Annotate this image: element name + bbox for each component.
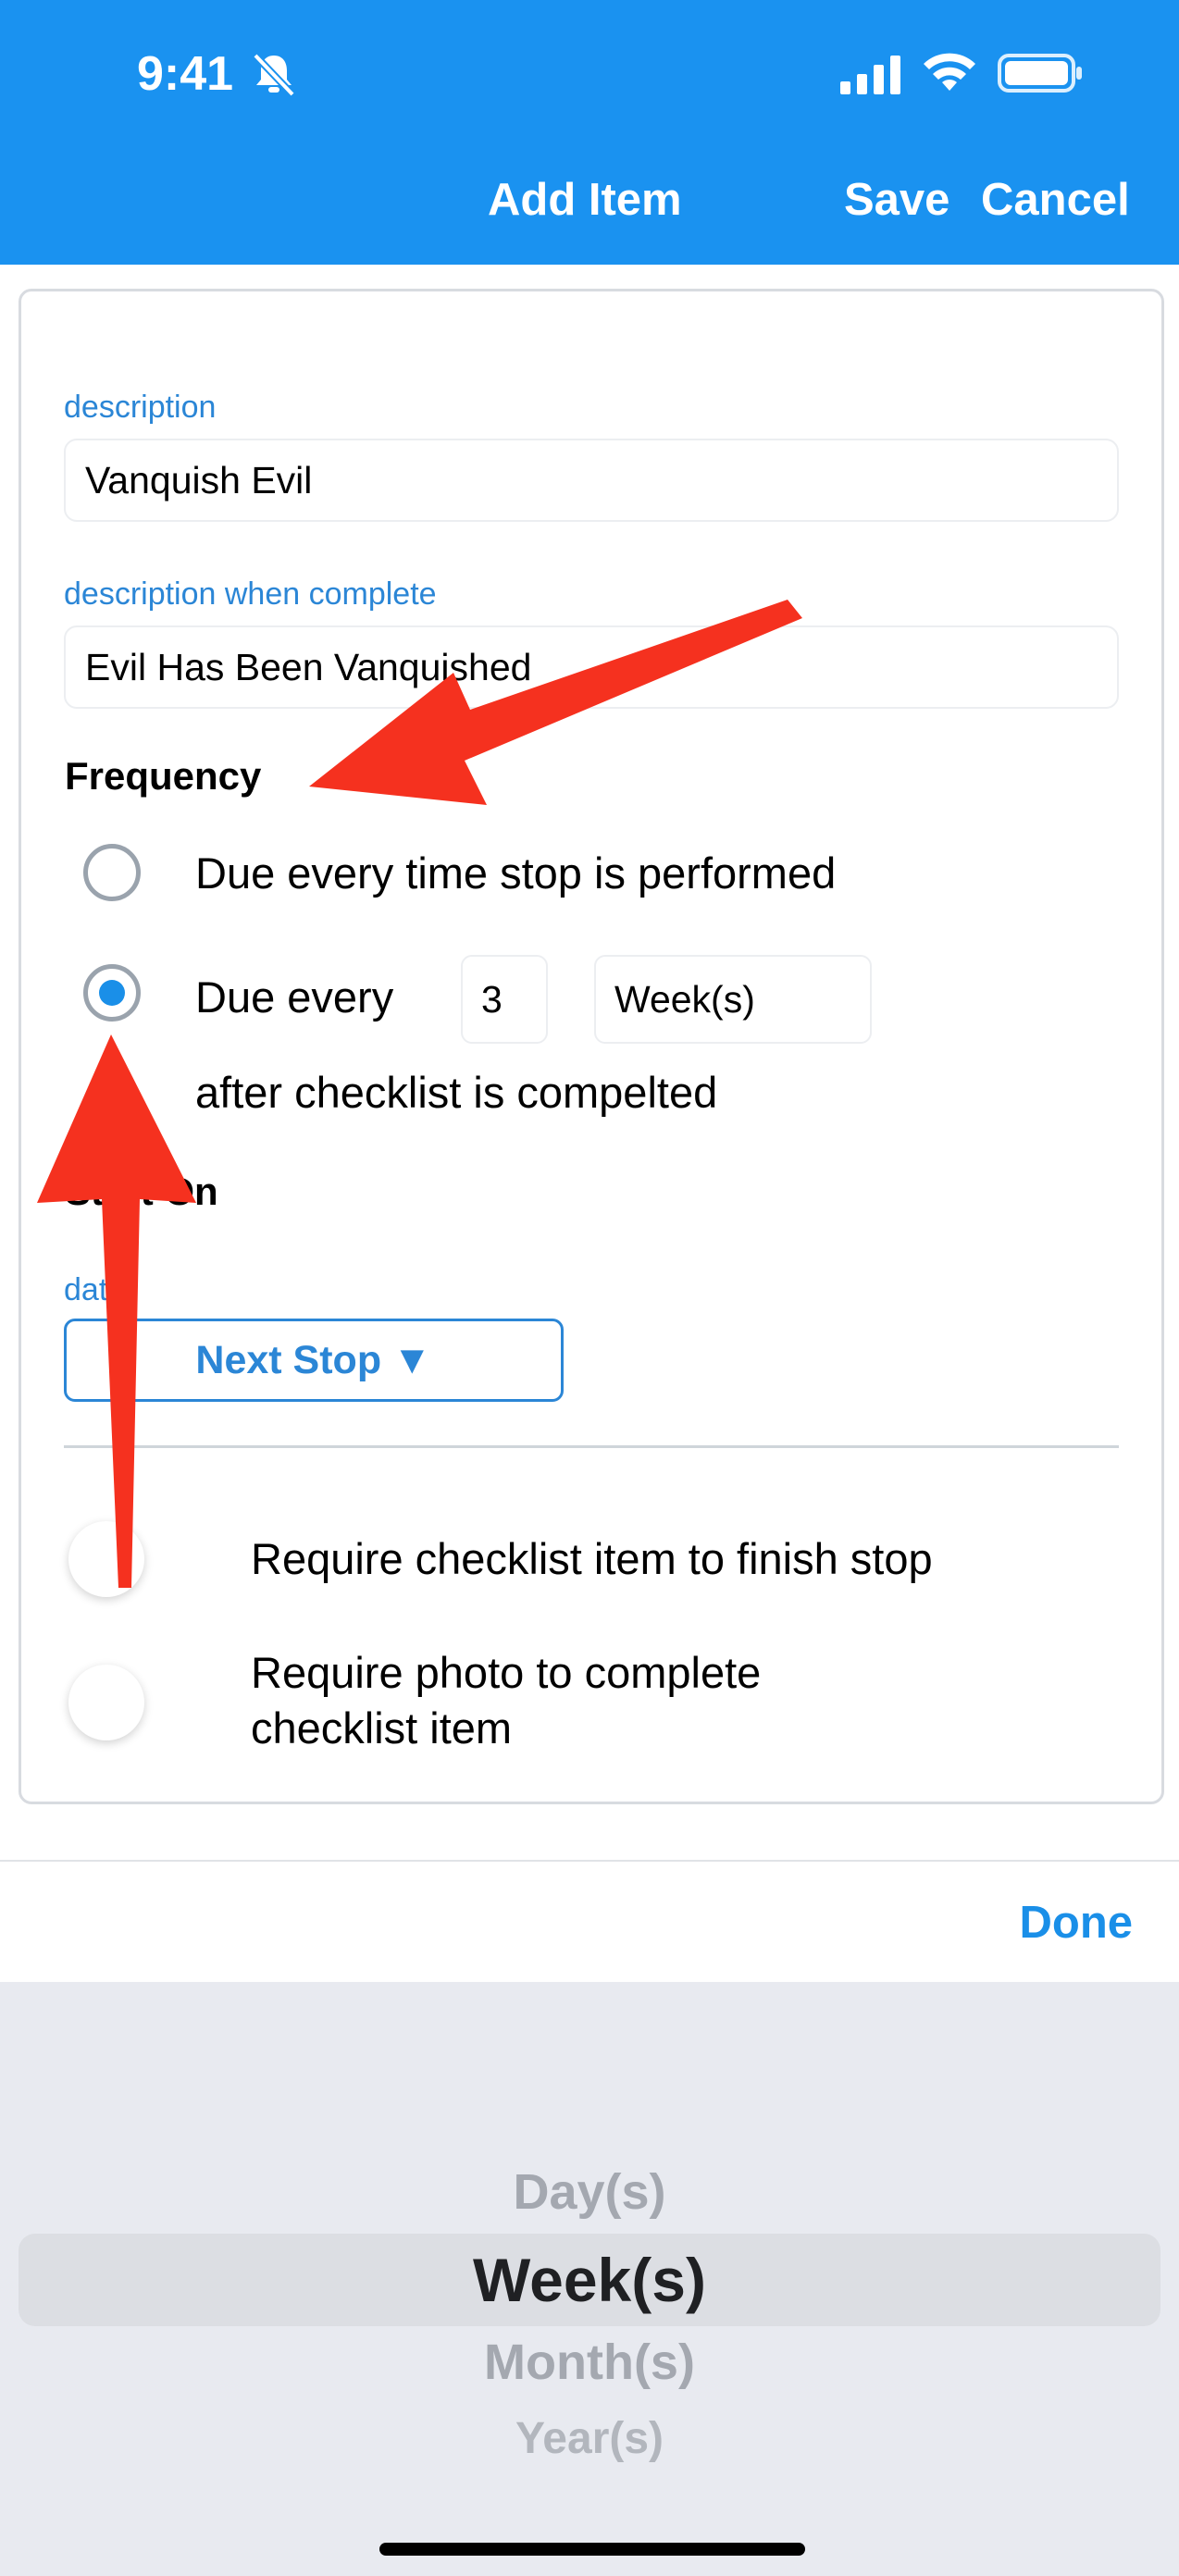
interval-input[interactable]: 3 (461, 955, 548, 1044)
toggle-require-finish[interactable] (65, 1517, 204, 1601)
radio-every-time[interactable] (83, 844, 141, 901)
wifi-icon (924, 53, 975, 91)
radio-due-every[interactable] (83, 964, 141, 1022)
picker-option-year[interactable]: Year(s) (0, 2413, 1179, 2464)
interval-unit-select[interactable]: Week(s) (594, 955, 872, 1044)
done-button[interactable]: Done (1020, 1897, 1134, 1949)
date-label: date (64, 1272, 126, 1307)
bell-slash-icon (253, 53, 295, 97)
picker-toolbar: Done (0, 1860, 1179, 1982)
cancel-button[interactable]: Cancel (981, 174, 1130, 226)
toggle-photo-line1: Require photo to complete (251, 1648, 762, 1697)
description-complete-label: description when complete (64, 576, 437, 612)
picker-option-week[interactable]: Week(s) (0, 2245, 1179, 2315)
page-title: Add Item (488, 175, 682, 225)
description-input[interactable]: Vanquish Evil (64, 439, 1119, 522)
frequency-title: Frequency (65, 754, 262, 798)
toggle-require-photo-label: Require photo to complete checklist item (251, 1645, 761, 1756)
picker-option-day[interactable]: Day(s) (0, 2163, 1179, 2221)
start-on-title: Start On (65, 1170, 218, 1213)
home-indicator (379, 2543, 805, 2556)
picker-option-month[interactable]: Month(s) (0, 2334, 1179, 2391)
unit-picker-wheel[interactable]: Day(s) Week(s) Month(s) Year(s) (0, 1982, 1179, 2576)
divider (64, 1445, 1119, 1448)
toggle-knob (68, 1521, 144, 1597)
description-complete-input[interactable]: Evil Has Been Vanquished (64, 625, 1119, 709)
option-every-time-label: Due every time stop is performed (195, 848, 837, 898)
toggle-knob (68, 1665, 144, 1740)
toggle-photo-line2: checklist item (251, 1703, 513, 1752)
option-due-every-label: Due every (195, 972, 394, 1022)
description-label: description (64, 390, 217, 425)
after-checklist-text: after checklist is compelted (195, 1068, 718, 1117)
status-time: 9:41 (137, 47, 234, 101)
battery-icon (998, 54, 1082, 93)
toggle-require-photo[interactable] (65, 1661, 204, 1744)
save-button[interactable]: Save (844, 174, 949, 226)
toggle-require-finish-label: Require checklist item to finish stop (251, 1534, 933, 1583)
start-on-dropdown[interactable]: Next Stop ▼ (64, 1319, 564, 1402)
cellular-signal-icon (840, 56, 900, 94)
header-bar: 9:41 Add Item Save Cancel (0, 0, 1179, 265)
